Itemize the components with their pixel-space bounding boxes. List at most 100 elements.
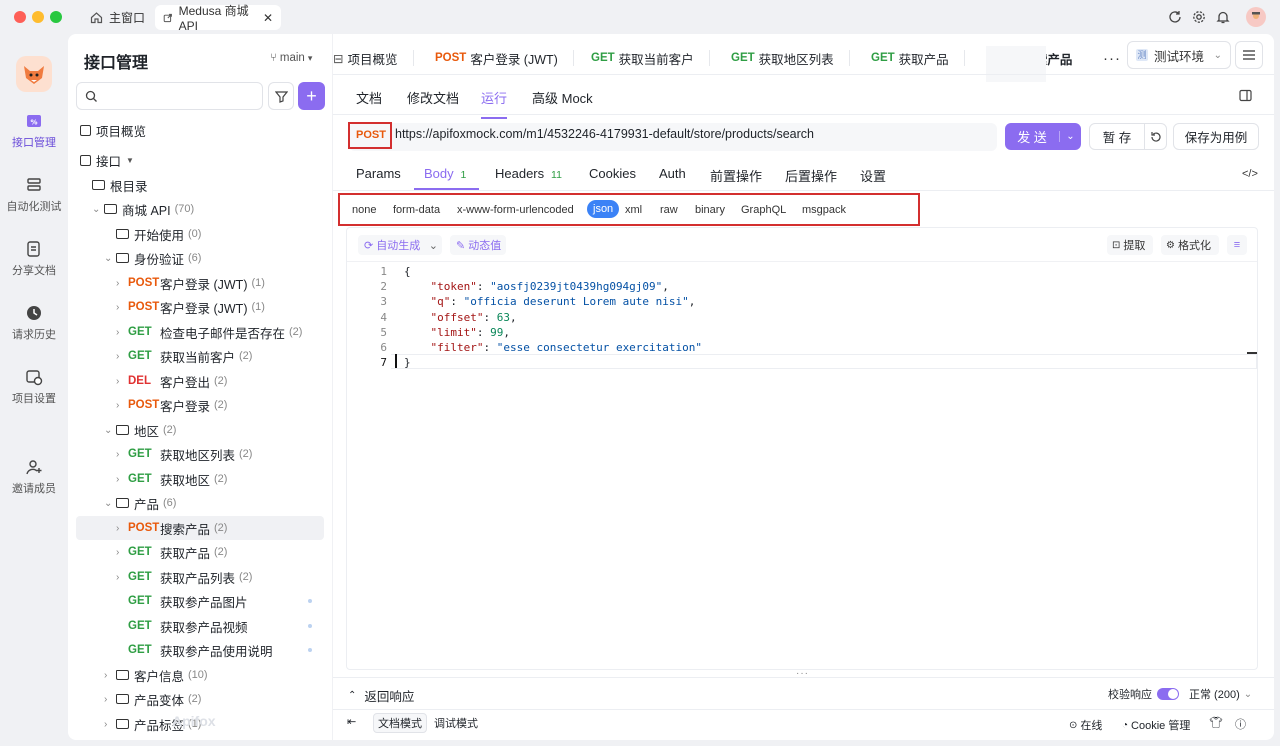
save-button[interactable]: 暂 存 [1089,123,1167,150]
chevron-right-icon[interactable]: › [116,474,128,485]
settings-gear-icon[interactable] [1191,9,1207,25]
response-toggle[interactable]: ⌃ 返回响应 [348,686,414,705]
url-input[interactable] [395,127,990,141]
request-tab[interactable]: ⊟ 项目概览 [333,46,414,70]
tree-endpoint[interactable]: › POST 搜索产品 (2) [76,516,324,540]
body-tab[interactable]: Headers 11 [495,166,562,181]
sidebar-toggle-icon[interactable] [1239,89,1252,105]
nav-api-management[interactable]: % 接口管理 [0,112,68,150]
code-area[interactable]: 1 {2 "token": "aosfj0239jt0439hg094gj09",… [347,263,1257,669]
save-as-case-button[interactable]: 保存为用例 [1173,123,1259,150]
chevron-right-icon[interactable]: › [116,302,128,313]
tree-endpoint[interactable]: › GET 获取当前客户 (2) [76,344,324,368]
nav-automated-testing[interactable]: 自动化测试 [0,176,68,214]
chevron-right-icon[interactable]: › [104,694,116,705]
doc-tab[interactable]: 高级 Mock [532,88,593,107]
body-tab[interactable]: Auth [659,166,686,181]
search-field[interactable] [104,89,254,103]
json-editor[interactable]: ⟳ 自动生成 ⌄ ✎ 动态值 ⊡ 提取 ⚙ 格式化 ≡ 1 {2 "token": "aos… [346,227,1258,670]
close-tab-icon[interactable]: ✕ [263,11,273,25]
status-selector[interactable]: 正常 (200) ⌄ [1189,686,1252,702]
menu-button[interactable] [1235,41,1263,69]
bell-icon[interactable] [1215,9,1231,25]
tree-folder[interactable]: ⌄ 产品 (6) [76,491,324,515]
chevron-right-icon[interactable]: › [116,523,128,534]
nav-request-history[interactable]: 请求历史 [0,304,68,342]
body-tab[interactable]: 设置 [860,166,886,185]
chevron-right-icon[interactable]: › [116,449,128,460]
search-input[interactable] [76,82,263,110]
request-tab[interactable]: GET 获取当前客户 [591,46,710,70]
debug-mode-button[interactable]: 调试模式 [429,713,483,733]
tree-endpoint[interactable]: GET 获取参产品视频 [76,614,324,638]
filter-button[interactable] [268,82,294,110]
chevron-down-icon[interactable]: ⌄ [104,425,116,436]
request-tab[interactable]: GET 获取产品 [871,46,965,70]
add-button[interactable]: + [298,82,325,110]
chevron-right-icon[interactable]: › [116,351,128,362]
body-tab[interactable]: 后置操作 [785,166,837,185]
chevron-right-icon[interactable]: › [116,547,128,558]
extract-button[interactable]: ⊡ 提取 [1107,235,1153,255]
doc-mode-button[interactable]: 文档模式 [373,713,427,733]
code-view-icon[interactable]: </> [1242,168,1258,180]
tree-folder[interactable]: 开始使用 (0) [76,222,324,246]
code-line[interactable]: "offset": 63, [404,310,517,325]
tree-folder[interactable]: ⌄ 商城 API (70) [76,197,324,221]
tree-endpoint[interactable]: GET 获取参产品图片 [76,589,324,613]
code-line[interactable]: { [404,264,411,279]
refresh-icon[interactable] [1167,9,1183,25]
wrap-lines-icon[interactable]: ≡ [1227,235,1247,255]
send-button[interactable]: 发 送 ⌄ [1005,123,1081,150]
tree-endpoint[interactable]: › POST 客户登录 (2) [76,393,324,417]
tree-endpoint[interactable]: › POST 客户登录 (JWT) (1) [76,295,324,319]
chevron-right-icon[interactable]: › [116,400,128,411]
tree-overview[interactable]: 项目概览 [80,118,328,142]
nav-project-settings[interactable]: 项目设置 [0,368,68,406]
maximize-window-button[interactable] [50,11,62,23]
tree-endpoint[interactable]: GET 获取参产品使用说明 [76,638,324,662]
code-line[interactable]: "token": "aosfj0239jt0439hg094gj09", [404,279,669,294]
body-tab[interactable]: Cookies [589,166,636,181]
cookie-manager[interactable]: ◔ Cookie 管理 [1122,717,1190,733]
branch-selector[interactable]: ⑂ main ▾ [270,52,312,64]
user-avatar[interactable] [1246,7,1266,27]
chevron-right-icon[interactable]: › [104,719,116,730]
format-button[interactable]: ⚙ 格式化 [1161,235,1219,255]
tree-folder[interactable]: ⌄ 地区 (2) [76,418,324,442]
send-dropdown-icon[interactable]: ⌄ [1059,131,1081,142]
code-line[interactable]: "q": "officia deserunt Lorem aute nisi", [404,294,696,309]
close-window-button[interactable] [14,11,26,23]
tree-folder[interactable]: › 客户信息 (10) [76,663,324,687]
collapse-panel-icon[interactable]: ⇤ [347,715,356,728]
tree-endpoint[interactable]: › GET 获取地区 (2) [76,467,324,491]
project-logo[interactable] [16,56,52,92]
window-tab-home[interactable]: 主窗口 [82,5,153,30]
tree-endpoint[interactable]: › DEL 客户登出 (2) [76,369,324,393]
doc-tab[interactable]: 修改文档 [407,88,459,107]
request-tab[interactable]: POST 客户登录 (JWT) [435,46,574,70]
help-icon[interactable]: ⓘ [1235,716,1246,732]
validate-toggle[interactable] [1157,688,1179,700]
tree-endpoint[interactable]: › GET 获取地区列表 (2) [76,442,324,466]
tree-root[interactable]: 根目录 [92,173,340,197]
tree-endpoint[interactable]: › GET 检查电子邮件是否存在 (2) [76,320,324,344]
code-line[interactable]: "filter": "esse consectetur exercitation… [404,340,703,355]
chevron-right-icon[interactable]: › [104,670,116,681]
chevron-right-icon[interactable]: › [116,572,128,583]
chevron-right-icon[interactable]: › [116,327,128,338]
request-tab[interactable]: GET 获取地区列表 [731,46,850,70]
environment-selector[interactable]: 测 测试环境 ⌄ [1127,41,1231,69]
chevron-right-icon[interactable]: › [116,376,128,387]
body-tab[interactable]: Params [356,166,401,181]
dynamic-value-button[interactable]: ✎ 动态值 [450,235,506,255]
tree-endpoint[interactable]: › GET 获取产品 (2) [76,540,324,564]
shirt-icon[interactable]: 👕︎ [1209,716,1223,729]
body-tab[interactable]: Body 1 [424,166,466,181]
chevron-down-icon[interactable]: ⌄ [104,498,116,509]
minimize-window-button[interactable] [32,11,44,23]
more-tabs-icon[interactable]: ··· [1103,50,1121,67]
nav-invite-members[interactable]: 邀请成员 [0,458,68,496]
body-tab[interactable]: 前置操作 [710,166,762,185]
chevron-down-icon[interactable]: ⌄ [92,204,104,215]
